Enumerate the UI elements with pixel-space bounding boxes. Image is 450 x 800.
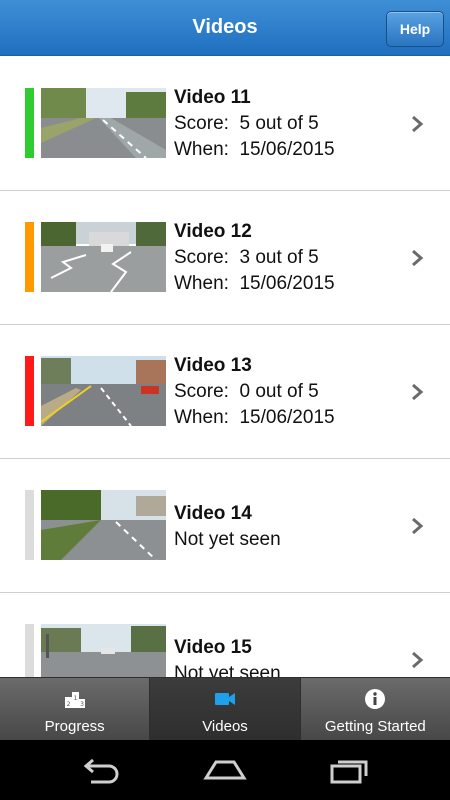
chevron-right-icon [412, 115, 424, 133]
info-icon [365, 689, 386, 709]
status-indicator [25, 88, 34, 158]
tab-getting-started-label: Getting Started [324, 718, 426, 735]
video-info: Video 13 Score: 0 out of 5 When: 15/06/2… [174, 353, 394, 431]
video-title: Video 11 [174, 87, 251, 108]
video-score: Score: 0 out of 5 [174, 381, 319, 402]
status-indicator [25, 624, 34, 677]
video-score: Score: 3 out of 5 [174, 247, 319, 268]
video-date: When: 15/06/2015 [174, 139, 335, 160]
tab-bar: 2 1 3 Progress Videos Getting Started [0, 677, 450, 741]
recent-apps-icon[interactable] [328, 754, 374, 786]
video-title: Video 14 [174, 503, 252, 524]
video-title: Video 13 [174, 355, 252, 376]
video-info: Video 11 Score: 5 out of 5 When: 15/06/2… [174, 85, 394, 163]
video-thumbnail [41, 222, 166, 292]
video-list-item[interactable]: Video 15 Not yet seen [0, 593, 450, 677]
status-indicator [25, 490, 34, 560]
video-date: When: 15/06/2015 [174, 273, 335, 294]
video-thumbnail [41, 356, 166, 426]
video-list-item[interactable]: Video 11 Score: 5 out of 5 When: 15/06/2… [0, 57, 450, 191]
video-thumbnail [41, 88, 166, 158]
svg-text:3: 3 [80, 701, 84, 708]
status-indicator [25, 356, 34, 426]
video-thumbnail [41, 624, 166, 677]
video-list[interactable]: Video 11 Score: 5 out of 5 When: 15/06/2… [0, 57, 450, 677]
page-title: Videos [192, 16, 258, 38]
chevron-right-icon [412, 383, 424, 401]
tab-videos[interactable]: Videos [150, 678, 301, 741]
chevron-right-icon [412, 517, 424, 535]
video-date: When: 15/06/2015 [174, 407, 335, 428]
chevron-right-icon [412, 249, 424, 267]
video-thumbnail [41, 490, 166, 560]
app-header: Videos Help [0, 0, 450, 56]
video-list-item[interactable]: Video 12 Score: 3 out of 5 When: 15/06/2… [0, 191, 450, 325]
tab-progress[interactable]: 2 1 3 Progress [0, 678, 151, 741]
svg-text:1: 1 [73, 695, 77, 702]
help-button[interactable]: Help [386, 11, 444, 47]
video-list-item[interactable]: Video 13 Score: 0 out of 5 When: 15/06/2… [0, 325, 450, 459]
video-score: Score: 5 out of 5 [174, 113, 319, 134]
video-info: Video 14 Not yet seen [174, 501, 394, 553]
video-list-item[interactable]: Video 14 Not yet seen [0, 459, 450, 593]
system-nav-bar [0, 740, 450, 800]
back-icon[interactable] [77, 754, 123, 786]
video-title: Video 15 [174, 637, 252, 658]
video-status: Not yet seen [174, 663, 281, 677]
video-title: Video 12 [174, 221, 252, 242]
video-camera-icon [214, 693, 235, 705]
status-indicator [25, 222, 34, 292]
tab-getting-started[interactable]: Getting Started [301, 678, 450, 741]
home-icon[interactable] [202, 754, 248, 786]
podium-icon: 2 1 3 [64, 692, 85, 708]
tab-videos-label: Videos [202, 718, 248, 735]
video-info: Video 15 Not yet seen [174, 635, 394, 677]
tab-progress-label: Progress [44, 718, 105, 735]
video-status: Not yet seen [174, 529, 281, 550]
chevron-right-icon [412, 651, 424, 669]
video-info: Video 12 Score: 3 out of 5 When: 15/06/2… [174, 219, 394, 297]
svg-text:2: 2 [66, 701, 70, 708]
